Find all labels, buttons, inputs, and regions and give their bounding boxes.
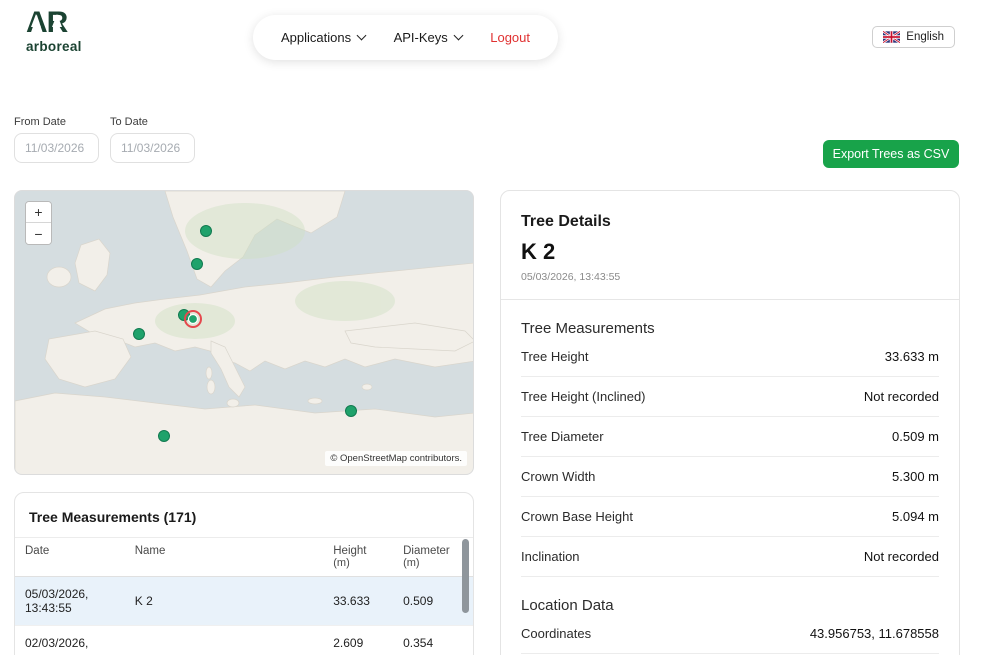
nav-api-keys[interactable]: API-Keys (394, 30, 462, 45)
tree-name: K 2 (521, 239, 939, 265)
section-title-location: Location Data (521, 597, 939, 614)
main-nav: Applications API-Keys Logout (253, 15, 558, 60)
map-canvas (15, 191, 474, 475)
detail-row: Crown Base Height 5.094 m (521, 497, 939, 537)
detail-row: Crown Width 5.300 m (521, 457, 939, 497)
col-header-height: Height (m) (323, 538, 393, 577)
cell-date: 02/03/2026, (15, 626, 125, 655)
divider (501, 299, 959, 300)
cell-date: 05/03/2026, 13:43:55 (15, 577, 125, 626)
measurements-card: Tree Measurements (171) Date Name Height… (14, 492, 474, 655)
detail-row: Coordinates 43.956753, 11.678558 (521, 614, 939, 654)
logo[interactable]: AR arboreal (26, 8, 82, 54)
tree-icon (31, 14, 41, 27)
col-header-name: Name (125, 538, 324, 577)
detail-row: Tree Height 33.633 m (521, 337, 939, 377)
map-marker[interactable] (159, 431, 170, 442)
from-date-input[interactable]: 11/03/2026 (14, 133, 99, 163)
map-marker[interactable] (192, 259, 203, 270)
tree-details-card: Tree Details K 2 05/03/2026, 13:43:55 Tr… (500, 190, 960, 655)
map-marker[interactable] (134, 329, 145, 340)
chevron-down-icon (453, 31, 463, 41)
cell-name (125, 626, 324, 655)
table-scrollbar[interactable] (462, 539, 469, 613)
map-zoom-control: + − (25, 201, 52, 245)
table-row[interactable]: 02/03/2026, 2.609 0.354 (15, 626, 473, 655)
details-title: Tree Details (521, 213, 939, 231)
export-csv-button[interactable]: Export Trees as CSV (823, 140, 959, 168)
to-date-input[interactable]: 11/03/2026 (110, 133, 195, 163)
nav-applications-label: Applications (281, 30, 351, 45)
to-date-filter: To Date 11/03/2026 (110, 116, 195, 163)
logo-trees-icon: AR (26, 8, 67, 38)
map-attribution[interactable]: © OpenStreetMap contributors. (325, 451, 467, 466)
language-label: English (906, 31, 944, 43)
to-date-label: To Date (110, 116, 195, 128)
nav-api-keys-label: API-Keys (394, 30, 448, 45)
map-marker[interactable] (346, 406, 357, 417)
cell-height: 2.609 (323, 626, 393, 655)
detail-row: Tree Diameter 0.509 m (521, 417, 939, 457)
tree-icon (52, 14, 62, 27)
detail-row: Tree Height (Inclined) Not recorded (521, 377, 939, 417)
map-marker[interactable] (179, 310, 190, 321)
map-marker[interactable] (201, 226, 212, 237)
from-date-label: From Date (14, 116, 99, 128)
language-button[interactable]: English (872, 26, 955, 48)
cell-name: K 2 (125, 577, 324, 626)
measurements-table: Date Name Height (m) Diameter (m) (15, 537, 473, 655)
zoom-out-button[interactable]: − (26, 223, 51, 244)
cell-diameter: 0.354 (393, 626, 473, 655)
logo-wordmark: arboreal (26, 39, 82, 54)
map[interactable]: + − © OpenStreetMap contributors. (14, 190, 474, 475)
nav-logout[interactable]: Logout (490, 30, 530, 45)
nav-logout-label: Logout (490, 30, 530, 45)
detail-row: Inclination Not recorded (521, 537, 939, 577)
tree-timestamp: 05/03/2026, 13:43:55 (521, 271, 939, 283)
zoom-in-button[interactable]: + (26, 202, 51, 223)
cell-height: 33.633 (323, 577, 393, 626)
from-date-filter: From Date 11/03/2026 (14, 116, 99, 163)
chevron-down-icon (357, 31, 367, 41)
nav-applications[interactable]: Applications (281, 30, 365, 45)
uk-flag-icon (883, 31, 900, 43)
section-title-measurements: Tree Measurements (521, 320, 939, 337)
measurements-title: Tree Measurements (171) (15, 493, 473, 537)
table-row[interactable]: 05/03/2026, 13:43:55 K 2 33.633 0.509 (15, 577, 473, 626)
col-header-date: Date (15, 538, 125, 577)
page: AR arboreal Applications API-Keys Logout (0, 0, 1000, 655)
